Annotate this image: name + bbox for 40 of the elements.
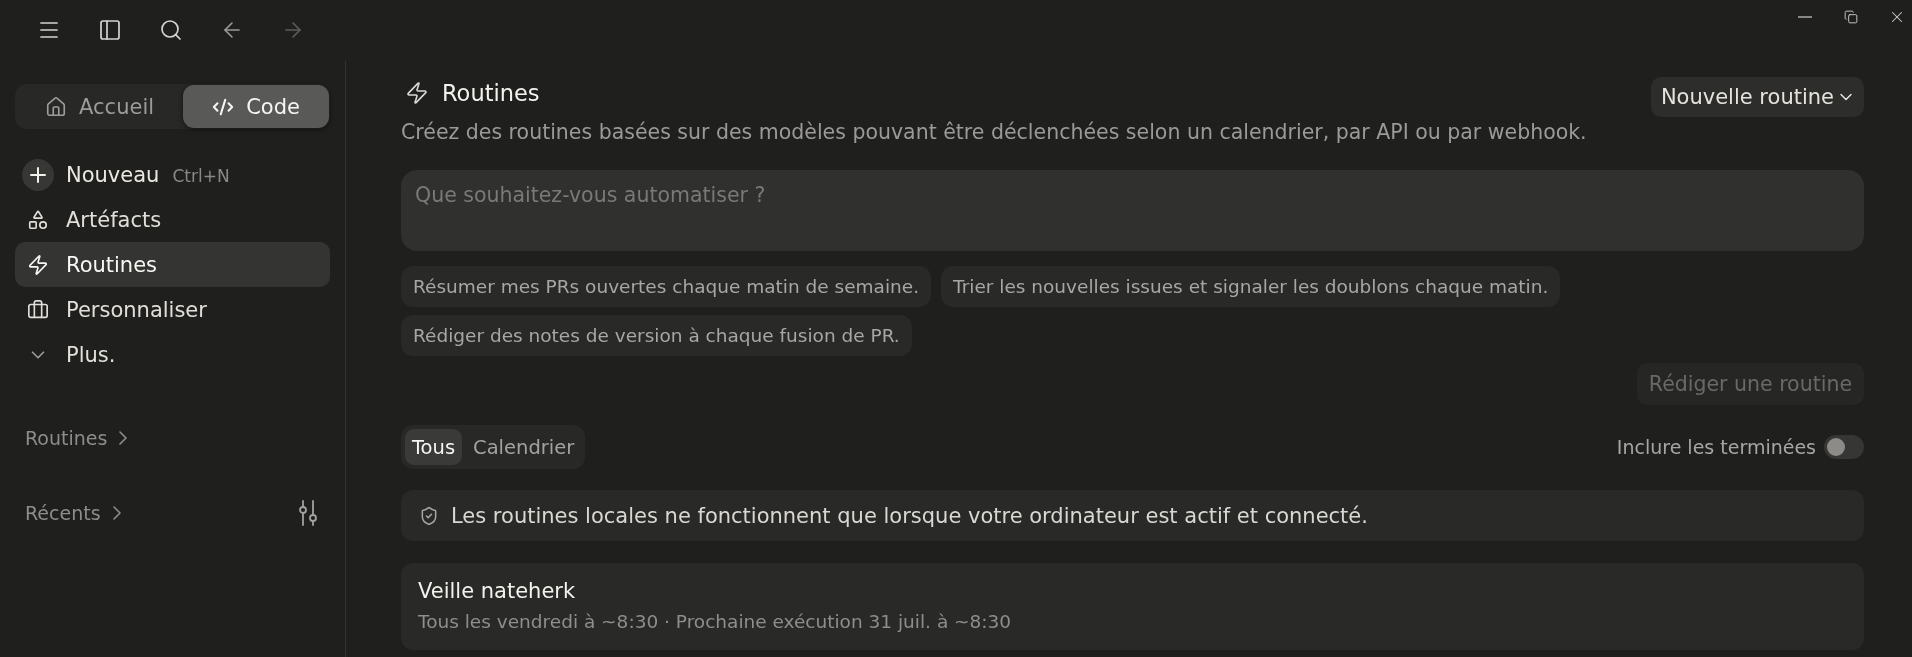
routine-name: Veille nateherk bbox=[418, 578, 576, 605]
search-icon bbox=[159, 18, 183, 42]
shapes-icon bbox=[27, 208, 49, 231]
home-icon bbox=[45, 95, 68, 118]
section-header[interactable]: Routines bbox=[25, 427, 128, 449]
chevron-right-icon bbox=[119, 431, 128, 445]
filter-tab[interactable]: Calendrier bbox=[466, 429, 582, 465]
mode-tab[interactable]: Accueil bbox=[16, 85, 184, 128]
sliders-icon bbox=[298, 500, 318, 526]
briefcase-icon bbox=[27, 298, 49, 321]
notice-text: Les routines locales ne fonctionnent que lorsque votre ordinateur est actif et connecté. bbox=[451, 503, 1368, 528]
prompt-field[interactable]: Que souhaitez-vous automatiser ? bbox=[401, 170, 1864, 251]
sidebar-item[interactable]: Personnaliser bbox=[15, 287, 330, 332]
sidebar-item[interactable]: Routines bbox=[15, 242, 330, 287]
minimize-icon bbox=[1798, 16, 1812, 18]
chevron-right-icon bbox=[112, 506, 121, 520]
sidebar-item[interactable]: Plus. bbox=[15, 332, 330, 377]
page-title: Routines bbox=[442, 80, 540, 106]
section-header[interactable]: Récents bbox=[25, 502, 121, 524]
routine-card[interactable]: Veille nateherk Tous les vendredi à ~8:30 · Prochaine exécution 31 juil. à ~8:30 bbox=[401, 563, 1864, 650]
toggle-label: Inclure les terminées bbox=[1616, 436, 1816, 458]
toggle-switch[interactable] bbox=[1824, 435, 1864, 459]
suggestion-chip[interactable]: Rédiger des notes de version à chaque fusion de PR. bbox=[401, 315, 912, 356]
sidebar-item[interactable]: Artéfacts bbox=[15, 197, 330, 242]
page-description: Créez des routines basées sur des modèles pouvant être déclenchées selon un calendrier, par API ou par webhook. bbox=[401, 119, 1587, 145]
new-routine-button[interactable]: Nouvelle routine bbox=[1650, 77, 1864, 117]
suggestion-chip[interactable]: Résumer mes PRs ouvertes chaque matin de semaine. bbox=[401, 266, 932, 307]
shield-check-icon bbox=[419, 505, 439, 526]
lightning-icon bbox=[27, 253, 49, 276]
panel-icon bbox=[98, 18, 122, 42]
filter-tab[interactable]: Tous bbox=[405, 429, 463, 465]
mode-tab[interactable]: Code bbox=[183, 85, 329, 128]
new-item[interactable]: Nouveau bbox=[22, 158, 160, 191]
suggestion-chip[interactable]: Trier les nouvelles issues et signaler les doublons chaque matin. bbox=[941, 266, 1561, 307]
restore-icon bbox=[1844, 10, 1858, 24]
filter-button[interactable] bbox=[298, 500, 318, 526]
plus-icon bbox=[22, 158, 54, 191]
shortcut-hint: Ctrl+N bbox=[172, 165, 230, 186]
routine-schedule: Tous les vendredi à ~8:30 · Prochaine exécution 31 juil. à ~8:30 bbox=[418, 610, 1012, 634]
lightning-icon bbox=[405, 81, 429, 105]
